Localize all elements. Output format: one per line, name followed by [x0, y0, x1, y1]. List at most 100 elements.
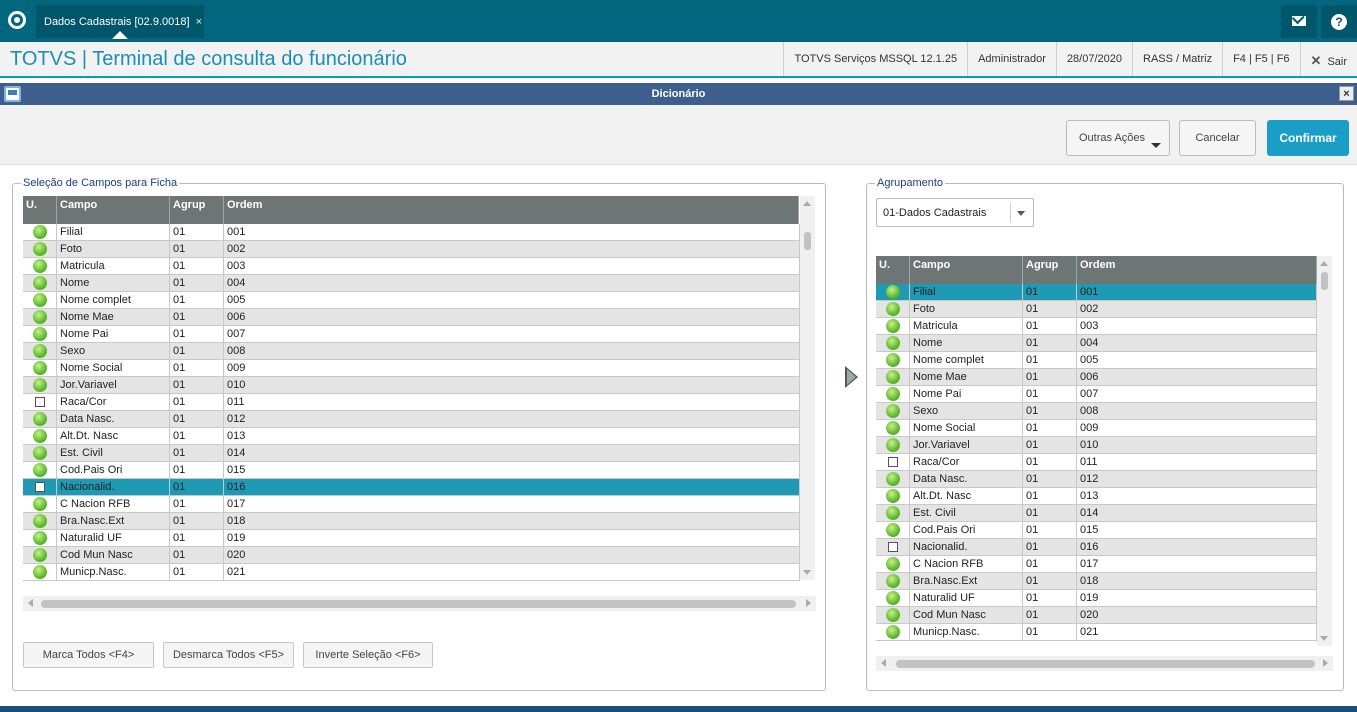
scroll-thumb[interactable]: [896, 660, 1315, 668]
table-row[interactable]: Naturalid UF 01 019: [23, 530, 800, 547]
cell-u[interactable]: [876, 301, 910, 317]
status-green-icon[interactable]: [886, 404, 900, 418]
status-green-icon[interactable]: [886, 506, 900, 520]
table-row[interactable]: Nome 01 004: [876, 335, 1317, 352]
status-green-icon[interactable]: [886, 370, 900, 384]
checkbox-icon[interactable]: [888, 542, 898, 552]
totvs-logo-icon[interactable]: [8, 11, 26, 29]
status-green-icon[interactable]: [886, 557, 900, 571]
scroll-up-icon[interactable]: [1320, 261, 1328, 266]
checkbox-icon[interactable]: [888, 457, 898, 467]
cell-u[interactable]: [23, 377, 57, 393]
table-row[interactable]: Filial 01 001: [876, 284, 1317, 301]
status-green-icon[interactable]: [33, 259, 47, 273]
table-row[interactable]: Nome complet 01 005: [876, 352, 1317, 369]
vertical-scrollbar[interactable]: [1317, 256, 1332, 646]
scroll-left-icon[interactable]: [28, 599, 33, 607]
cell-u[interactable]: [876, 573, 910, 589]
status-green-icon[interactable]: [886, 574, 900, 588]
cell-u[interactable]: [876, 590, 910, 606]
status-green-icon[interactable]: [886, 625, 900, 639]
dialog-close-button[interactable]: ×: [1339, 86, 1354, 101]
exit-button[interactable]: ✕ Sair: [1299, 42, 1357, 76]
cell-u[interactable]: [23, 241, 57, 257]
invert-selection-button[interactable]: Inverte Seleção <F6>: [303, 642, 433, 668]
cell-u[interactable]: [876, 539, 910, 555]
tab-close-icon[interactable]: ×: [196, 16, 202, 28]
cancel-button[interactable]: Cancelar: [1179, 120, 1256, 156]
chevron-down-icon[interactable]: [1017, 211, 1025, 216]
mark-all-button[interactable]: Marca Todos <F4>: [23, 642, 154, 668]
status-green-icon[interactable]: [886, 421, 900, 435]
col-header-u[interactable]: U.: [876, 256, 910, 284]
table-row[interactable]: Cod Mun Nasc 01 020: [23, 547, 800, 564]
cell-u[interactable]: [876, 437, 910, 453]
table-row[interactable]: Cod.Pais Ori 01 015: [23, 462, 800, 479]
group-select[interactable]: 01-Dados Cadastrais: [876, 198, 1034, 227]
cell-u[interactable]: [876, 403, 910, 419]
table-row[interactable]: Data Nasc. 01 012: [876, 471, 1317, 488]
cell-u[interactable]: [23, 326, 57, 342]
status-green-icon[interactable]: [33, 310, 47, 324]
status-green-icon[interactable]: [886, 387, 900, 401]
status-green-icon[interactable]: [886, 523, 900, 537]
cell-u[interactable]: [23, 343, 57, 359]
col-header-campo[interactable]: Campo: [57, 196, 170, 224]
cell-u[interactable]: [23, 564, 57, 580]
cell-u[interactable]: [23, 309, 57, 325]
cell-u[interactable]: [876, 505, 910, 521]
status-green-icon[interactable]: [33, 361, 47, 375]
status-green-icon[interactable]: [33, 412, 47, 426]
table-row[interactable]: Data Nasc. 01 012: [23, 411, 800, 428]
cell-u[interactable]: [23, 292, 57, 308]
status-green-icon[interactable]: [33, 378, 47, 392]
status-green-icon[interactable]: [33, 514, 47, 528]
help-button[interactable]: ?: [1321, 5, 1357, 38]
cell-u[interactable]: [876, 386, 910, 402]
table-row[interactable]: Foto 01 002: [876, 301, 1317, 318]
table-row[interactable]: Alt.Dt. Nasc 01 013: [23, 428, 800, 445]
table-row[interactable]: C Nacion RFB 01 017: [23, 496, 800, 513]
table-row[interactable]: Municp.Nasc. 01 021: [876, 624, 1317, 641]
status-green-icon[interactable]: [33, 327, 47, 341]
horizontal-scrollbar[interactable]: [23, 596, 816, 611]
cell-u[interactable]: [23, 275, 57, 291]
unmark-all-button[interactable]: Desmarca Todos <F5>: [163, 642, 294, 668]
cell-u[interactable]: [23, 224, 57, 240]
status-green-icon[interactable]: [33, 531, 47, 545]
status-green-icon[interactable]: [886, 489, 900, 503]
cell-u[interactable]: [23, 360, 57, 376]
table-row[interactable]: Est. Civil 01 014: [876, 505, 1317, 522]
cell-u[interactable]: [876, 624, 910, 640]
status-green-icon[interactable]: [33, 344, 47, 358]
cell-u[interactable]: [23, 462, 57, 478]
table-row[interactable]: Cod.Pais Ori 01 015: [876, 522, 1317, 539]
table-row[interactable]: Naturalid UF 01 019: [876, 590, 1317, 607]
table-row[interactable]: Sexo 01 008: [876, 403, 1317, 420]
status-green-icon[interactable]: [33, 293, 47, 307]
status-green-icon[interactable]: [33, 429, 47, 443]
scroll-down-icon[interactable]: [803, 570, 811, 575]
table-row[interactable]: Nome Mae 01 006: [876, 369, 1317, 386]
cell-u[interactable]: [23, 428, 57, 444]
col-header-u[interactable]: U.: [23, 196, 57, 224]
scroll-thumb[interactable]: [1321, 272, 1328, 290]
status-green-icon[interactable]: [33, 497, 47, 511]
table-row[interactable]: Matricula 01 003: [23, 258, 800, 275]
cell-u[interactable]: [876, 454, 910, 470]
table-row[interactable]: Nacionalid. 01 016: [23, 479, 800, 496]
cell-u[interactable]: [876, 522, 910, 538]
status-green-icon[interactable]: [33, 565, 47, 579]
scroll-thumb[interactable]: [804, 232, 811, 250]
table-row[interactable]: Nacionalid. 01 016: [876, 539, 1317, 556]
table-row[interactable]: Nome Social 01 009: [23, 360, 800, 377]
table-row[interactable]: C Nacion RFB 01 017: [876, 556, 1317, 573]
cell-u[interactable]: [23, 394, 57, 410]
table-row[interactable]: Bra.Nasc.Ext 01 018: [876, 573, 1317, 590]
scroll-right-icon[interactable]: [806, 599, 811, 607]
status-green-icon[interactable]: [33, 276, 47, 290]
cell-u[interactable]: [876, 335, 910, 351]
table-row[interactable]: Bra.Nasc.Ext 01 018: [23, 513, 800, 530]
checkbox-icon[interactable]: [35, 397, 45, 407]
table-row[interactable]: Matricula 01 003: [876, 318, 1317, 335]
